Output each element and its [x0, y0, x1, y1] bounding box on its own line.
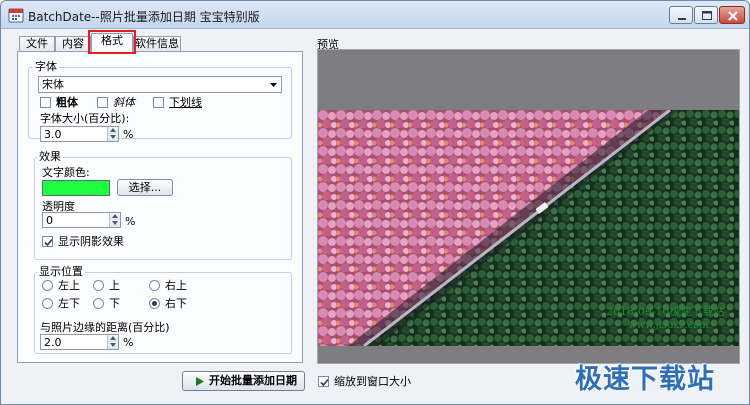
position-bottom-right-label: 右下: [165, 297, 187, 310]
position-bottom-label: 下: [109, 297, 120, 310]
format-panel: 字体 宋体 粗体 斜体 下划线 字体大小(百分比): 3.0 % 效果 文字颜色…: [17, 51, 303, 363]
play-icon: [196, 377, 204, 386]
opacity-unit: %: [125, 215, 136, 228]
position-top-radio[interactable]: [93, 280, 104, 291]
underline-checkbox[interactable]: [153, 97, 164, 108]
font-size-label: 字体大小(百分比):: [40, 112, 130, 125]
checkmark-icon: [320, 378, 329, 387]
font-size-value: 3.0: [44, 128, 62, 141]
font-select[interactable]: 宋体: [38, 76, 282, 93]
bold-label: 粗体: [56, 96, 78, 109]
client-area: 文件 内容 格式 软件信息 字体 宋体 粗体 斜体 下划线 字体大小(百分比):: [7, 29, 745, 400]
spin-up-button[interactable]: [109, 213, 120, 220]
app-window: BatchDate--照片批量添加日期 宝宝特别版 文件 内容 格式 软件信息: [0, 0, 750, 405]
margin-spinner[interactable]: 2.0: [40, 334, 119, 350]
window-title: BatchDate--照片批量添加日期 宝宝特别版: [28, 10, 260, 24]
opacity-spinner[interactable]: 0: [42, 212, 121, 228]
preview-pane: 2018-09-10极速下载站 www.jisuxz.com: [317, 49, 740, 364]
chevron-down-icon: [270, 83, 277, 87]
position-top-left-label: 左上: [58, 279, 80, 292]
arrow-up-icon: [112, 214, 118, 218]
title-bar[interactable]: BatchDate--照片批量添加日期 宝宝特别版: [1, 1, 749, 29]
shadow-checkbox[interactable]: [42, 236, 53, 247]
minimize-icon: [678, 18, 686, 20]
tab-file[interactable]: 文件: [19, 36, 55, 52]
site-watermark: 极速下载站: [575, 364, 715, 395]
position-bottom-left-radio[interactable]: [42, 298, 53, 309]
spin-down-button[interactable]: [107, 342, 118, 349]
font-size-unit: %: [123, 128, 134, 141]
position-group-label: 显示位置: [37, 265, 85, 278]
position-top-right-radio[interactable]: [149, 280, 160, 291]
opacity-value: 0: [46, 214, 53, 227]
italic-checkbox[interactable]: [97, 97, 108, 108]
arrow-down-icon: [110, 343, 116, 347]
bold-checkbox[interactable]: [40, 97, 51, 108]
text-color-swatch: [42, 180, 110, 196]
start-batch-label: 开始批量添加日期: [209, 374, 297, 387]
spin-down-button[interactable]: [109, 220, 120, 227]
preview-photo: 2018-09-10极速下载站 www.jisuxz.com: [318, 110, 739, 346]
effects-group-label: 效果: [37, 150, 63, 163]
position-top-label: 上: [109, 279, 120, 292]
margin-label: 与照片边缘的距离(百分比): [40, 321, 170, 334]
close-icon: [728, 11, 738, 21]
font-size-spinner[interactable]: 3.0: [40, 126, 119, 142]
preview-url-stamp: www.jisuxz.com: [628, 320, 709, 331]
tab-content[interactable]: 内容: [55, 36, 91, 52]
font-select-value: 宋体: [42, 78, 64, 91]
position-top-right-label: 右上: [165, 279, 187, 292]
spin-up-button[interactable]: [107, 127, 118, 134]
arrow-down-icon: [112, 221, 118, 225]
position-bottom-right-radio[interactable]: [149, 298, 160, 309]
font-group-label: 字体: [33, 60, 59, 73]
tab-software-info[interactable]: 软件信息: [133, 36, 181, 52]
margin-unit: %: [123, 336, 134, 349]
position-top-left-radio[interactable]: [42, 280, 53, 291]
text-color-label: 文字颜色:: [42, 166, 90, 179]
fit-window-checkbox[interactable]: [318, 376, 329, 387]
italic-label: 斜体: [113, 96, 135, 109]
maximize-icon: [702, 11, 712, 20]
shadow-label: 显示阴影效果: [58, 235, 124, 248]
close-button[interactable]: [719, 6, 745, 24]
checkmark-icon: [44, 238, 53, 247]
spin-down-button[interactable]: [107, 134, 118, 141]
tab-format[interactable]: 格式: [91, 33, 133, 53]
arrow-down-icon: [110, 135, 116, 139]
arrow-up-icon: [110, 336, 116, 340]
start-batch-button[interactable]: 开始批量添加日期: [182, 371, 305, 391]
minimize-button[interactable]: [669, 6, 693, 24]
position-bottom-radio[interactable]: [93, 298, 104, 309]
arrow-up-icon: [110, 128, 116, 132]
underline-label: 下划线: [169, 96, 202, 109]
spin-up-button[interactable]: [107, 335, 118, 342]
choose-color-button[interactable]: 选择...: [117, 179, 173, 196]
preview-date-stamp: 2018-09-10极速下载站: [606, 305, 725, 318]
margin-value: 2.0: [44, 336, 62, 349]
position-bottom-left-label: 左下: [58, 297, 80, 310]
fit-window-label: 缩放到窗口大小: [334, 375, 411, 388]
calendar-icon: [8, 8, 24, 23]
maximize-button[interactable]: [694, 6, 718, 24]
